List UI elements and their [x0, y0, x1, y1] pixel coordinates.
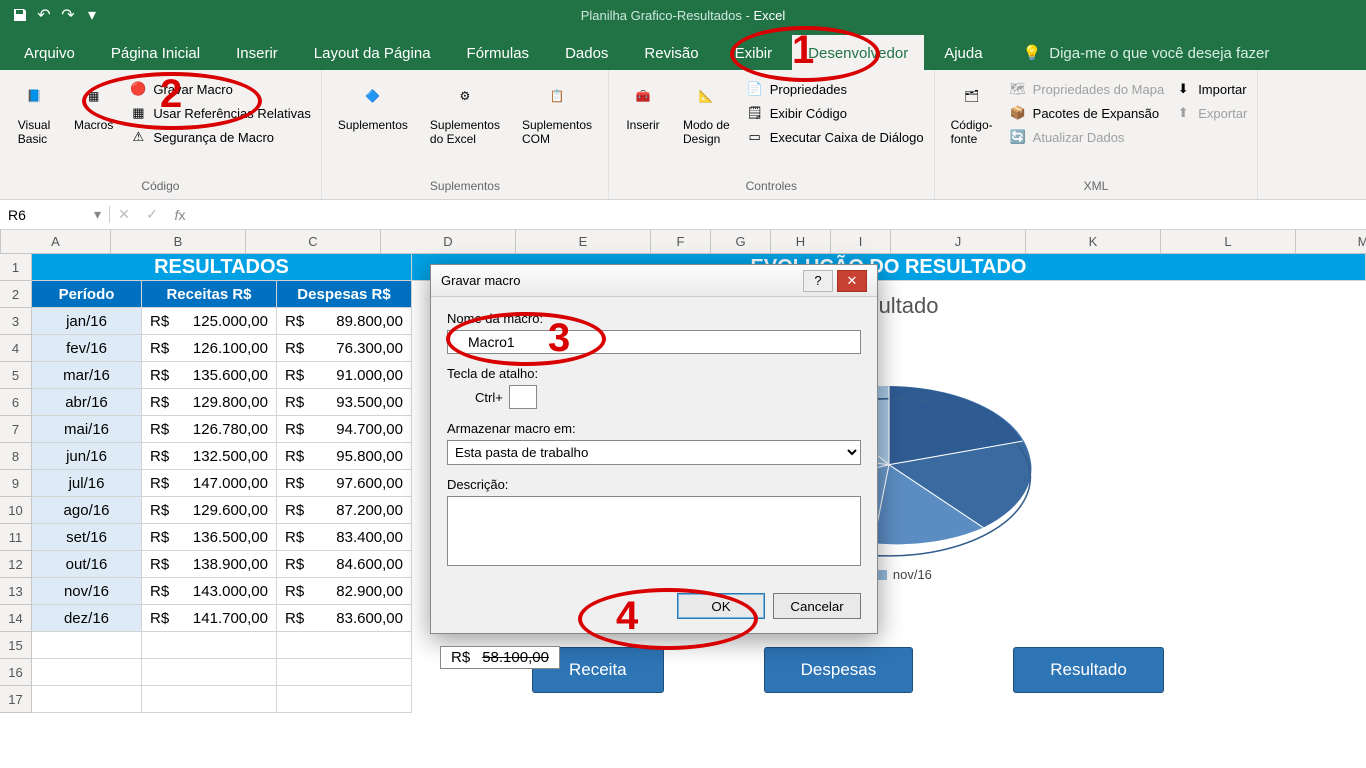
col-header[interactable]: I [831, 230, 891, 253]
dialog-title: Gravar macro [441, 273, 520, 288]
col-header[interactable]: M [1296, 230, 1366, 253]
group-code-label: Código [10, 179, 311, 199]
macro-name-label: Nome da macro: [447, 311, 861, 326]
insert-control-button[interactable]: 🧰Inserir [619, 74, 667, 136]
col-header[interactable]: A [1, 230, 111, 253]
pack-icon: 📦 [1009, 104, 1027, 122]
map-icon: 🗺 [1009, 80, 1027, 98]
grid-icon: ▦ [129, 104, 147, 122]
store-in-select[interactable]: Esta pasta de trabalho [447, 440, 861, 465]
col-header[interactable]: F [651, 230, 711, 253]
tab-data[interactable]: Dados [549, 35, 624, 70]
sum-cell: R$58.100,00 [440, 646, 560, 669]
col-header[interactable]: G [711, 230, 771, 253]
tab-layout[interactable]: Layout da Página [298, 35, 447, 70]
app-name: Excel [753, 8, 785, 23]
fx-icon[interactable]: fx [166, 207, 194, 223]
lightbulb-icon: 💡 [1023, 44, 1042, 62]
name-box[interactable]: ▾ [0, 206, 110, 223]
source-button[interactable]: 🗂Código- fonte [945, 74, 999, 150]
col-header[interactable]: C [246, 230, 381, 253]
com-addins-button[interactable]: 📋Suplementos COM [516, 74, 598, 150]
undo-icon[interactable]: ↶ [32, 3, 56, 27]
store-in-label: Armazenar macro em: [447, 421, 861, 436]
view-code-button[interactable]: 🗒Exibir Código [746, 104, 924, 122]
title-bar: ↶ ↷ ▾ Planilha Grafico-Resultados - Exce… [0, 0, 1366, 30]
despesas-button[interactable]: Despesas [764, 647, 914, 693]
macro-security-button[interactable]: ⚠Segurança de Macro [129, 128, 311, 146]
chevron-down-icon[interactable]: ▾ [94, 206, 101, 223]
ctrl-prefix: Ctrl+ [475, 390, 503, 405]
col-header[interactable]: K [1026, 230, 1161, 253]
tab-developer[interactable]: Desenvolvedor [792, 35, 924, 70]
expansion-packs-button[interactable]: 📦Pacotes de Expansão [1009, 104, 1165, 122]
save-icon[interactable] [8, 3, 32, 27]
enter-formula-icon: ✓ [138, 206, 166, 223]
col-header[interactable]: L [1161, 230, 1296, 253]
use-relative-refs-button[interactable]: ▦Usar Referências Relativas [129, 104, 311, 122]
tab-help[interactable]: Ajuda [928, 35, 998, 70]
cancel-formula-icon: ✕ [110, 206, 138, 223]
tab-home[interactable]: Página Inicial [95, 35, 216, 70]
column-headers: A B C D E F G H I J K L M N [0, 230, 1366, 254]
tell-me-label: Diga-me o que você deseja fazer [1049, 45, 1269, 62]
tell-me[interactable]: 💡 Diga-me o que você deseja fazer [1023, 44, 1270, 70]
resultado-button[interactable]: Resultado [1013, 647, 1164, 693]
tab-view[interactable]: Exibir [719, 35, 789, 70]
properties-icon: 📄 [746, 80, 764, 98]
import-icon: ⬇ [1174, 80, 1192, 98]
col-header[interactable]: D [381, 230, 516, 253]
help-icon[interactable]: ? [803, 270, 833, 292]
col-header[interactable]: B [111, 230, 246, 253]
formula-bar: ▾ ✕ ✓ fx [0, 200, 1366, 230]
group-addins-label: Suplementos [332, 179, 598, 199]
close-icon[interactable]: ✕ [837, 270, 867, 292]
run-dialog-button[interactable]: ▭Executar Caixa de Diálogo [746, 128, 924, 146]
shortcut-key-input[interactable] [509, 385, 537, 409]
dialog-icon: ▭ [746, 128, 764, 146]
tab-insert[interactable]: Inserir [220, 35, 294, 70]
window-title: Planilha Grafico-Resultados - Excel [581, 8, 786, 23]
refresh-data-button: 🔄Atualizar Dados [1009, 128, 1165, 146]
col-header[interactable]: J [891, 230, 1026, 253]
record-macro-button[interactable]: 🔴Gravar Macro [129, 80, 311, 98]
visual-basic-button[interactable]: 📘Visual Basic [10, 74, 58, 150]
map-properties-button: 🗺Propriedades do Mapa [1009, 80, 1165, 98]
group-controls-label: Controles [619, 179, 924, 199]
name-box-input[interactable] [8, 207, 68, 223]
col-header[interactable]: E [516, 230, 651, 253]
description-label: Descrição: [447, 477, 861, 492]
ribbon-tabs: Arquivo Página Inicial Inserir Layout da… [0, 30, 1366, 70]
export-icon: ⬆ [1174, 104, 1192, 122]
file-name: Planilha Grafico-Resultados [581, 8, 742, 23]
description-textarea[interactable] [447, 496, 861, 566]
group-xml-label: XML [945, 179, 1248, 199]
tab-formulas[interactable]: Fórmulas [451, 35, 546, 70]
export-button: ⬆Exportar [1174, 104, 1247, 122]
ok-button[interactable]: OK [677, 593, 765, 619]
warning-icon: ⚠ [129, 128, 147, 146]
shortcut-label: Tecla de atalho: [447, 366, 861, 381]
macros-button[interactable]: ▦Macros [68, 74, 119, 136]
tab-file[interactable]: Arquivo [8, 35, 91, 70]
cancel-button[interactable]: Cancelar [773, 593, 861, 619]
properties-button[interactable]: 📄Propriedades [746, 80, 924, 98]
tab-review[interactable]: Revisão [628, 35, 714, 70]
design-mode-button[interactable]: 📐Modo de Design [677, 74, 736, 150]
data-table: 1RESULTADOS2PeríodoReceitas R$Despesas R… [0, 254, 412, 713]
record-macro-dialog: Gravar macro ? ✕ Nome da macro: Tecla de… [430, 264, 878, 634]
qat-more-icon[interactable]: ▾ [80, 3, 104, 27]
code-icon: 🗒 [746, 104, 764, 122]
macro-name-input[interactable] [447, 330, 861, 354]
col-header[interactable]: H [771, 230, 831, 253]
addins-button[interactable]: 🔷Suplementos [332, 74, 414, 136]
refresh-icon: 🔄 [1009, 128, 1027, 146]
ribbon: 📘Visual Basic ▦Macros 🔴Gravar Macro ▦Usa… [0, 70, 1366, 200]
record-icon: 🔴 [129, 80, 147, 98]
import-button[interactable]: ⬇Importar [1174, 80, 1247, 98]
excel-addins-button[interactable]: ⚙Suplementos do Excel [424, 74, 506, 150]
formula-input[interactable] [194, 207, 1366, 222]
redo-icon[interactable]: ↷ [56, 3, 80, 27]
